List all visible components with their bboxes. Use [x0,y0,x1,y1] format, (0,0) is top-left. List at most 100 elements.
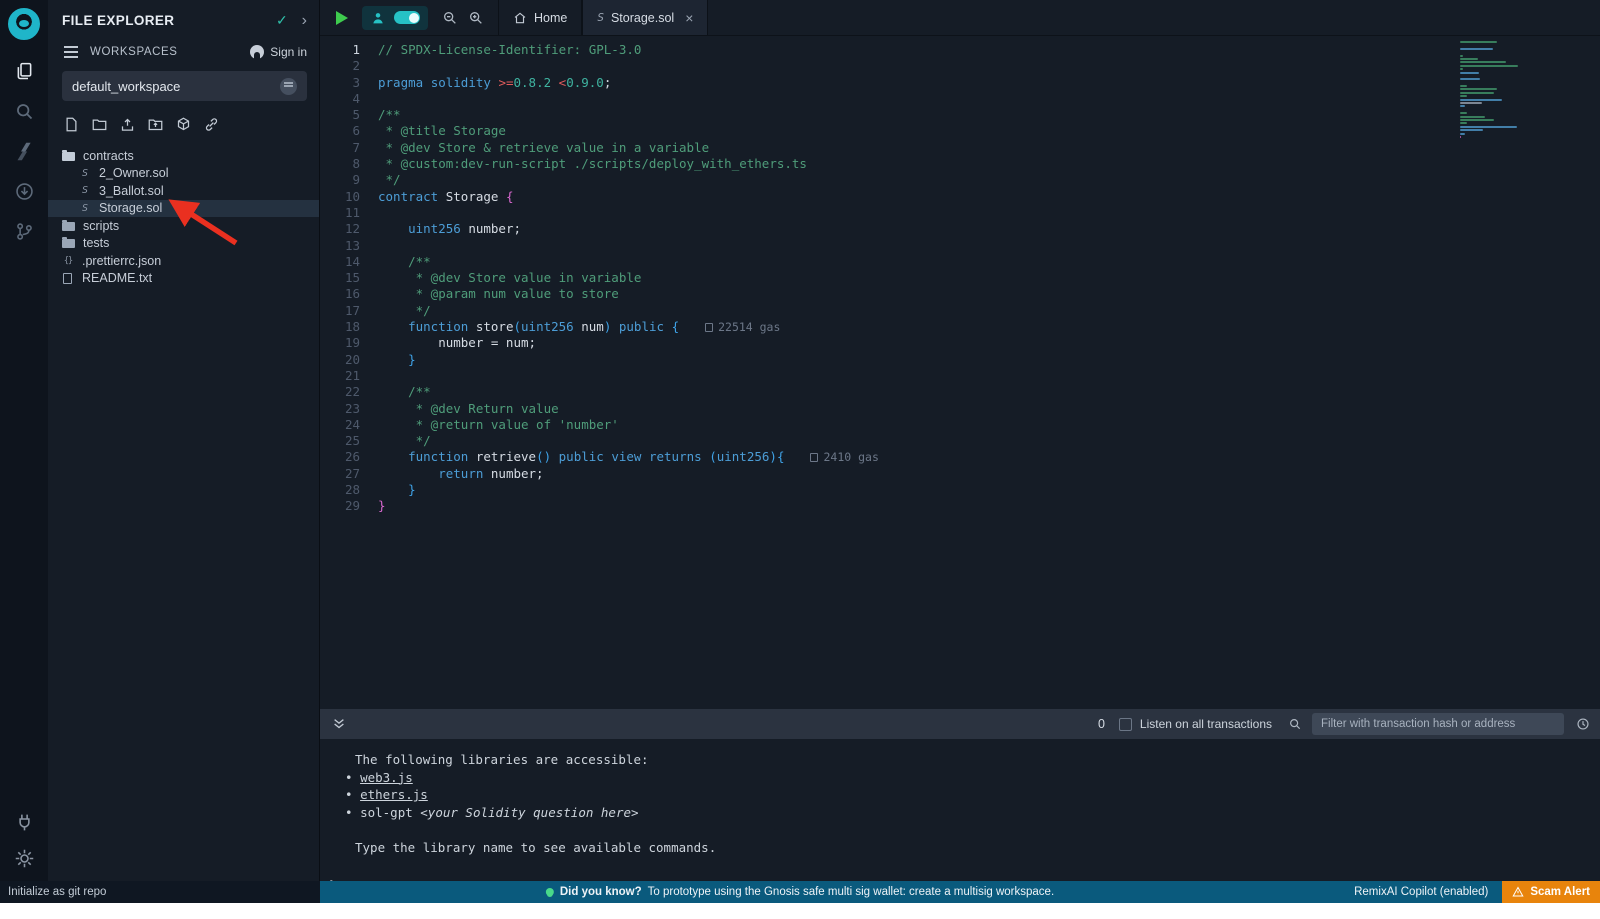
line-number: 29 [320,498,360,514]
scam-alert-button[interactable]: Scam Alert [1502,881,1600,903]
code-line[interactable]: */ [378,172,1600,188]
code-line[interactable] [378,368,1600,384]
workspaces-label: WORKSPACES [90,46,250,58]
code-line[interactable]: * @dev Return value [378,401,1600,417]
code-line[interactable]: uint256 number; [378,221,1600,237]
code-line[interactable]: number = num; [378,335,1600,351]
tab-label: Home [534,11,567,25]
code-line[interactable]: * @dev Store value in variable [378,270,1600,286]
remix-ide-window: FILE EXPLORER ✓ › WORKSPACES Sign in def… [0,0,1600,903]
workspace-name: default_workspace [72,79,280,94]
library-link[interactable]: web3.js [360,770,413,785]
git-icon[interactable] [11,218,37,244]
copilot-toggle[interactable] [394,11,420,24]
line-number: 3 [320,75,360,91]
code-line[interactable]: */ [378,433,1600,449]
code-line[interactable]: * @custom:dev-run-script ./scripts/deplo… [378,156,1600,172]
line-number: 16 [320,286,360,302]
code-line[interactable]: } [378,352,1600,368]
line-number: 20 [320,352,360,368]
search-icon[interactable] [11,98,37,124]
file-name: .prettierrc.json [82,254,161,268]
history-clock-icon[interactable] [1576,717,1590,731]
code-line[interactable]: function store(uint256 num) public {2251… [378,319,1600,335]
solidity-file-icon: S [597,11,604,24]
line-number: 24 [320,417,360,433]
code-line[interactable]: pragma solidity >=0.8.2 <0.9.0; [378,75,1600,91]
link-icon[interactable] [204,117,219,135]
code-line[interactable]: * @param num value to store [378,286,1600,302]
terminal-search-icon[interactable] [1288,717,1302,731]
line-number: 27 [320,466,360,482]
file-tree-item[interactable]: SStorage.sol [48,200,319,218]
code-line[interactable]: } [378,482,1600,498]
file-tree-item[interactable]: {}.prettierrc.json [48,252,319,270]
terminal-output[interactable]: The following libraries are accessible: … [320,739,1600,881]
code-line[interactable]: function retrieve() public view returns … [378,449,1600,465]
file-tree-item[interactable]: tests [48,235,319,253]
run-script-button[interactable] [336,11,348,25]
code-line[interactable]: return number; [378,466,1600,482]
code-line[interactable]: * @return value of 'number' [378,417,1600,433]
code-line[interactable]: // SPDX-License-Identifier: GPL-3.0 [378,42,1600,58]
sign-in-button[interactable]: Sign in [250,45,307,59]
file-tree-item[interactable]: S3_Ballot.sol [48,182,319,200]
copilot-group [362,6,428,30]
code-line[interactable]: /** [378,254,1600,270]
library-link[interactable]: ethers.js [360,787,428,802]
zoom-out-icon[interactable] [442,10,458,26]
settings-gear-icon[interactable] [11,845,37,871]
line-number: 12 [320,221,360,237]
line-number: 9 [320,172,360,188]
tab-storage-sol[interactable]: S Storage.sol × [582,0,708,35]
expand-terminal-icon[interactable] [332,717,346,731]
new-file-icon[interactable] [64,117,79,135]
code-line[interactable]: * @dev Store & retrieve value in a varia… [378,140,1600,156]
zoom-in-icon[interactable] [468,10,484,26]
code-line[interactable]: /** [378,107,1600,123]
copilot-status[interactable]: RemixAI Copilot (enabled) [1354,886,1488,898]
transaction-filter-input[interactable] [1312,713,1564,735]
plugin-manager-icon[interactable] [11,809,37,835]
file-tree-item[interactable]: README.txt [48,270,319,288]
line-number: 21 [320,368,360,384]
gas-estimate-icon [705,323,713,332]
new-folder-icon[interactable] [92,117,107,135]
transaction-count: 0 [1098,717,1105,731]
workspace-selector[interactable]: default_workspace [62,71,307,101]
code-line[interactable]: * @title Storage [378,123,1600,139]
file-tree-item[interactable]: contracts [48,147,319,165]
line-number: 4 [320,91,360,107]
git-init-status[interactable]: Initialize as git repo [8,886,106,898]
tab-home[interactable]: Home [498,0,582,35]
folder-icon [62,222,75,231]
code-editor[interactable]: 1234567891011121314151617181920212223242… [320,36,1600,709]
chevron-right-icon[interactable]: › [302,13,307,29]
workspace-options-icon[interactable] [280,78,297,95]
code-line[interactable]: } [378,498,1600,514]
code-line[interactable]: /** [378,384,1600,400]
code-line[interactable]: */ [378,303,1600,319]
file-tree-item[interactable]: S2_Owner.sol [48,165,319,183]
file-tree-item[interactable]: scripts [48,217,319,235]
minimap[interactable] [1460,41,1522,139]
code-line[interactable] [378,91,1600,107]
deploy-run-icon[interactable] [11,178,37,204]
remix-logo[interactable] [8,8,40,40]
close-tab-icon[interactable]: × [685,10,693,26]
workspaces-menu-icon[interactable] [64,51,78,53]
upload-file-icon[interactable] [120,117,135,135]
code-line[interactable] [378,205,1600,221]
solidity-compiler-icon[interactable] [11,138,37,164]
code-line[interactable] [378,238,1600,254]
upload-folder-icon[interactable] [148,117,163,135]
copilot-icon [370,10,386,26]
listen-all-transactions-checkbox[interactable] [1119,718,1132,731]
publish-ipfs-icon[interactable] [176,117,191,135]
code-line[interactable] [378,58,1600,74]
file-tree: contractsS2_Owner.solS3_Ballot.solSStora… [48,145,319,287]
main-area: Home S Storage.sol × 1234567891011121314… [320,0,1600,881]
file-explorer-icon[interactable] [11,58,37,84]
code-line[interactable]: contract Storage { [378,189,1600,205]
line-number: 11 [320,205,360,221]
